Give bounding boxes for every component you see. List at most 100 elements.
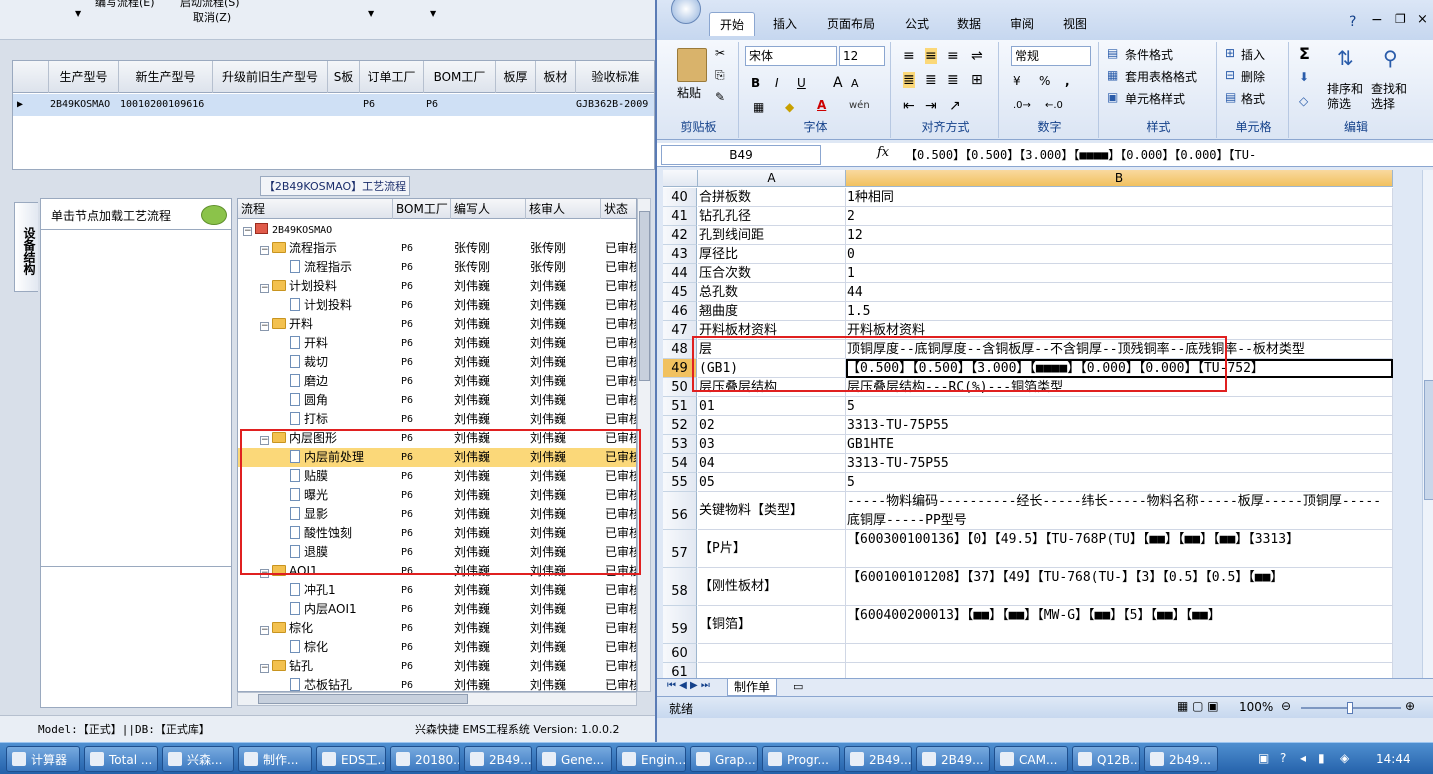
zoom-in-icon[interactable]: ⊕ (1405, 699, 1415, 713)
taskbar-item[interactable]: 2B49... (916, 746, 990, 772)
collapse-icon[interactable]: − (260, 246, 269, 255)
delete-button[interactable]: 删除 (1241, 68, 1265, 85)
cell-a[interactable]: 【铜箔】 (698, 606, 846, 644)
cell-a[interactable]: 钻孔孔径 (698, 207, 846, 226)
tree-leaf-node[interactable]: 计划投料 P6 刘伟巍 刘伟巍 已审核 (238, 296, 636, 315)
cut-icon[interactable]: ✂ (715, 46, 725, 60)
row-header[interactable]: 42 (663, 226, 697, 245)
dropdown-arrow-icon[interactable]: ▼ (430, 9, 436, 18)
align-bottom-icon[interactable]: ≡ (947, 48, 959, 64)
bold-button[interactable]: B (751, 76, 760, 90)
conditional-format-button[interactable]: 条件格式 (1125, 46, 1173, 63)
scroll-thumb[interactable] (258, 694, 468, 704)
tab-formulas[interactable]: 公式 (895, 12, 939, 36)
cell-b[interactable]: 5 (846, 473, 1393, 492)
cell-a[interactable]: 压合次数 (698, 264, 846, 283)
dropdown-arrow-icon[interactable]: ▼ (368, 9, 374, 18)
row-header[interactable]: 57 (663, 530, 697, 568)
tab-page-layout[interactable]: 页面布局 (817, 12, 885, 36)
col-header[interactable]: 板厚 (496, 61, 536, 93)
col-header[interactable]: 验收标准 (576, 61, 656, 93)
col-header[interactable]: BOM工厂 (393, 199, 451, 219)
cell-b[interactable]: 【600100101208】【37】【49】【TU-768(TU-】【3】【0.… (846, 568, 1393, 606)
taskbar-item[interactable]: Grap... (690, 746, 758, 772)
formula-input[interactable]: 【0.500】【0.500】【3.000】【■■■■】【0.000】【0.000… (905, 146, 1401, 163)
speech-bubble-icon[interactable] (201, 205, 227, 225)
standard-cell[interactable]: GJB362B-2009 (576, 94, 648, 116)
tab-insert[interactable]: 插入 (763, 12, 807, 36)
taskbar-item[interactable]: Total ... (84, 746, 158, 772)
dropdown-arrow-icon[interactable]: ▼ (75, 9, 81, 18)
new-sheet-icon[interactable]: ▭ (793, 680, 803, 693)
help-icon[interactable]: ? (1349, 14, 1356, 30)
sort-filter-icon[interactable]: ⇅ (1337, 46, 1354, 70)
col-header[interactable]: 板材 (536, 61, 576, 93)
row-header[interactable]: 46 (663, 302, 697, 321)
cell-b[interactable]: 3313-TU-75P55 (846, 416, 1393, 435)
align-right-icon[interactable]: ≣ (947, 72, 959, 88)
shield-icon[interactable]: ◈ (1340, 751, 1349, 765)
row-header[interactable]: 54 (663, 454, 697, 473)
tab-home[interactable]: 开始 (709, 12, 756, 36)
number-format-select[interactable]: 常规 (1011, 46, 1091, 66)
col-header[interactable]: 升级前旧生产型号 (213, 61, 328, 93)
underline-button[interactable]: U (797, 76, 806, 90)
grid-corner[interactable] (13, 61, 49, 93)
taskbar-item[interactable]: 计算器 (6, 746, 80, 772)
cell-b[interactable] (846, 644, 1393, 663)
row-header[interactable]: 60 (663, 644, 697, 663)
table-row[interactable]: ▶ 2B49KOSMAO 10010200109616 P6 P6 GJB362… (13, 94, 654, 116)
table-format-button[interactable]: 套用表格格式 (1125, 68, 1197, 85)
collapse-icon[interactable]: − (260, 322, 269, 331)
fill-color-icon[interactable]: ◆ (785, 100, 794, 114)
conditional-format-icon[interactable]: ▤ (1107, 46, 1118, 60)
copy-icon[interactable]: ⎘ (715, 68, 725, 83)
taskbar-item[interactable]: CAM... (994, 746, 1068, 772)
help-tray-icon[interactable]: ? (1280, 751, 1286, 765)
cell-a[interactable]: 03 (698, 435, 846, 454)
taskbar-item[interactable]: Progr... (762, 746, 840, 772)
row-header[interactable]: 53 (663, 435, 697, 454)
cell-a[interactable]: 关键物料【类型】 (698, 492, 846, 530)
comma-button[interactable]: , (1065, 74, 1070, 88)
cell-b[interactable]: 3313-TU-75P55 (846, 454, 1393, 473)
collapse-icon[interactable]: − (260, 284, 269, 293)
increase-decimal-icon[interactable]: .0→ (1013, 100, 1031, 111)
menu-edit-flow[interactable]: 编写流程(E) (95, 0, 155, 10)
row-header[interactable]: 55 (663, 473, 697, 492)
tree-folder-node[interactable]: − 钻孔 P6 刘伟巍 刘伟巍 已审核 (238, 657, 636, 676)
zoom-level[interactable]: 100% (1239, 700, 1273, 714)
scroll-thumb[interactable] (1424, 380, 1433, 500)
cell-a[interactable]: 合拼板数 (698, 188, 846, 207)
font-color-button[interactable]: A (817, 98, 826, 112)
tree-leaf-node[interactable]: 棕化 P6 刘伟巍 刘伟巍 已审核 (238, 638, 636, 657)
find-icon[interactable]: ⚲ (1383, 46, 1398, 70)
collapse-icon[interactable]: − (260, 626, 269, 635)
zoom-out-icon[interactable]: ⊖ (1281, 699, 1291, 713)
prod-model-cell[interactable]: 2B49KOSMAO (50, 94, 110, 116)
row-header[interactable]: 58 (663, 568, 697, 606)
network-icon[interactable]: ▮ (1318, 751, 1325, 765)
decrease-indent-icon[interactable]: ⇤ (903, 98, 915, 114)
tree-leaf-node[interactable]: 流程指示 P6 张传刚 张传刚 已审核 (238, 258, 636, 277)
cell-b[interactable]: 【600400200013】【■■】【■■】【MW-G】【■■】【5】【■■】【… (846, 606, 1393, 644)
percent-button[interactable]: % (1039, 74, 1050, 88)
increase-indent-icon[interactable]: ⇥ (925, 98, 937, 114)
currency-icon[interactable]: ¥ (1013, 74, 1021, 88)
row-header[interactable]: 40 (663, 188, 697, 207)
orientation-icon[interactable]: ↗ (949, 98, 961, 114)
format-button[interactable]: 格式 (1241, 90, 1265, 107)
name-box[interactable]: B49 (661, 145, 821, 165)
cell-a[interactable]: 04 (698, 454, 846, 473)
tree-leaf-node[interactable]: 裁切 P6 刘伟巍 刘伟巍 已审核 (238, 353, 636, 372)
taskbar-item[interactable]: 制作... (238, 746, 312, 772)
tree-leaf-node[interactable]: 内层AOI1 P6 刘伟巍 刘伟巍 已审核 (238, 600, 636, 619)
bom-factory-cell[interactable]: P6 (426, 94, 438, 116)
collapse-icon[interactable]: − (260, 664, 269, 673)
tree-leaf-node[interactable]: 圆角 P6 刘伟巍 刘伟巍 已审核 (238, 391, 636, 410)
align-left-icon[interactable]: ≣ (903, 72, 915, 88)
cell-a[interactable]: 孔到线间距 (698, 226, 846, 245)
new-model-cell[interactable]: 10010200109616 (120, 94, 204, 116)
select-all-corner[interactable] (663, 170, 698, 187)
sort-filter-button[interactable]: 排序和 筛选 (1327, 82, 1363, 112)
